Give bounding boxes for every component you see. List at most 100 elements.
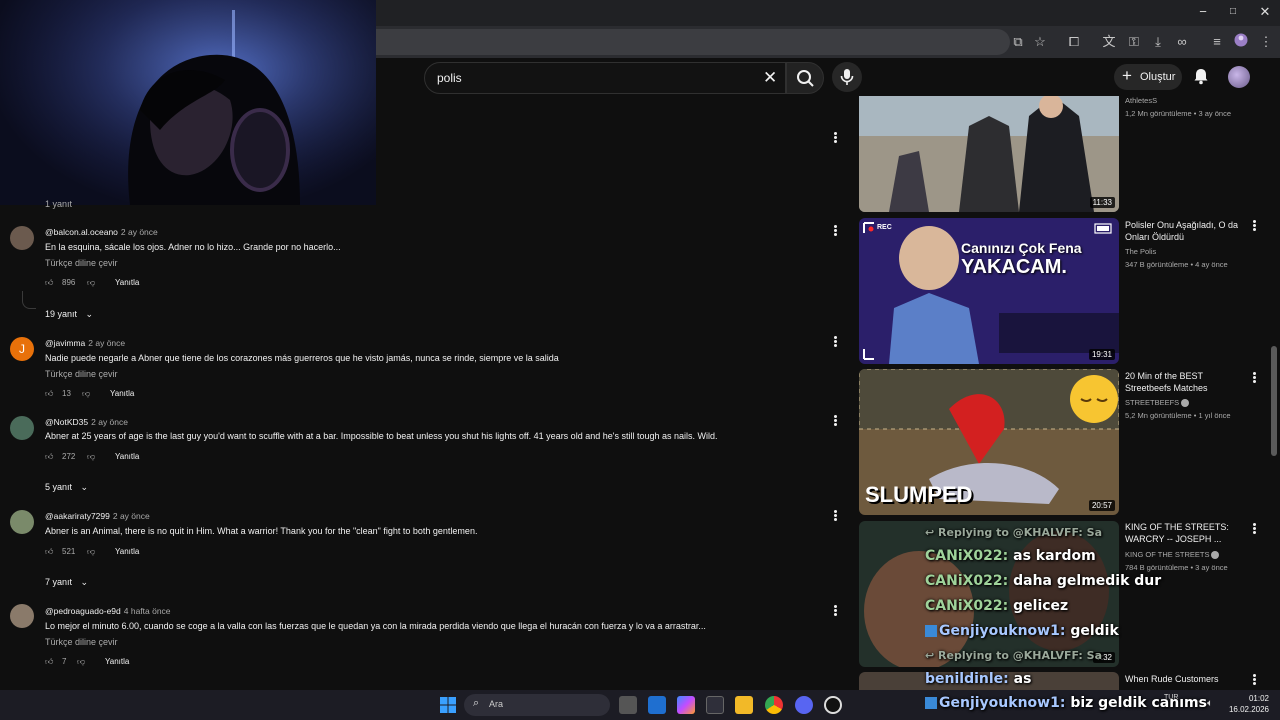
replies-toggle[interactable]: 7 yanıt ⌄ <box>45 577 88 588</box>
address-bar[interactable] <box>330 29 1010 55</box>
taskbar-search[interactable]: ⌕ Ara <box>464 694 610 716</box>
password-icon[interactable]: ⚿ <box>1124 33 1144 51</box>
discord-icon[interactable] <box>795 696 813 714</box>
comment-time[interactable]: 4 hafta önce <box>124 606 171 616</box>
install-icon[interactable]: ⧉ <box>1008 33 1028 51</box>
video-thumbnail[interactable]: 7:32 <box>859 521 1119 667</box>
replies-toggle[interactable]: 5 yanıt ⌄ <box>45 482 88 493</box>
system-clock[interactable]: 01:02 16.02.2026 <box>1225 693 1269 715</box>
comment-author[interactable]: @javimma 2 ay önce <box>45 338 125 348</box>
video-title[interactable]: Polisler Onu Aşağıladı, O da Onları Öldü… <box>1125 219 1250 243</box>
clear-search-icon[interactable]: ✕ <box>763 68 777 88</box>
comment-author[interactable]: @aakariraty7299 2 ay önce <box>45 511 150 521</box>
translate-link[interactable]: Türkçe diline çevir <box>45 369 118 379</box>
comment-time[interactable]: 2 ay önce <box>113 511 150 521</box>
reply-button[interactable]: Yanıtla <box>110 389 134 398</box>
like-icon[interactable]: 👍︎ <box>45 452 53 462</box>
chrome-icon[interactable] <box>765 696 783 714</box>
translate-icon[interactable]: 文 <box>1099 33 1119 51</box>
video-channel[interactable]: KING OF THE STREETS <box>1125 550 1220 560</box>
comment-menu-icon[interactable] <box>830 604 840 618</box>
link-icon[interactable]: ∞ <box>1172 33 1192 51</box>
channel-name[interactable]: STREETBEEFS <box>1125 398 1179 407</box>
author-handle[interactable]: @balcon.al.oceano <box>45 227 118 237</box>
like-icon[interactable]: 👍︎ <box>45 389 53 399</box>
commenter-avatar[interactable] <box>10 604 34 628</box>
like-icon[interactable]: 👍︎ <box>45 657 53 667</box>
close-window-button[interactable]: ✕ <box>1250 4 1280 20</box>
video-menu-icon[interactable] <box>1249 522 1259 536</box>
video-channel[interactable]: AthletesS <box>1125 96 1157 105</box>
extensions-icon[interactable]: ⧠ <box>1064 33 1084 51</box>
video-channel[interactable]: STREETBEEFS <box>1125 398 1190 408</box>
dislike-icon[interactable]: 👎︎ <box>77 657 85 667</box>
video-title[interactable]: KING OF THE STREETS: WARCRY -- JOSEPH ..… <box>1125 521 1250 545</box>
notifications-bell-icon[interactable] <box>1191 66 1211 86</box>
reading-list-icon[interactable]: ≡ <box>1207 33 1227 51</box>
minimize-button[interactable]: − <box>1188 4 1218 19</box>
dislike-icon[interactable]: 👎︎ <box>82 389 90 399</box>
commenter-avatar[interactable] <box>10 416 34 440</box>
video-thumbnail[interactable]: REC Canınızı Çok Fena YAKACAM. 19:31 <box>859 218 1119 364</box>
search-input[interactable]: polis ✕ <box>424 62 786 94</box>
video-title[interactable]: 20 Min of the BEST Streetbeefs Matches <box>1125 370 1250 394</box>
maximize-button[interactable]: □ <box>1218 6 1248 17</box>
comment-time[interactable]: 2 ay önce <box>88 338 125 348</box>
author-handle[interactable]: @NotKD35 <box>45 417 88 427</box>
create-button[interactable]: + Oluştur <box>1114 64 1182 90</box>
outlook-icon[interactable] <box>648 696 666 714</box>
volume-icon[interactable]: 🔈︎ <box>1207 698 1213 709</box>
comment-author[interactable]: @balcon.al.oceano 2 ay önce <box>45 227 158 237</box>
task-view-icon[interactable] <box>619 696 637 714</box>
file-explorer-icon[interactable] <box>735 696 753 714</box>
replies-toggle[interactable]: 1 yanıt <box>45 199 72 209</box>
comment-menu-icon[interactable] <box>830 131 840 145</box>
channel-name[interactable]: KING OF THE STREETS <box>1125 550 1209 559</box>
comment-menu-icon[interactable] <box>830 335 840 349</box>
author-handle[interactable]: @pedroaguado-e9d <box>45 606 121 616</box>
video-menu-icon[interactable] <box>1249 219 1259 233</box>
star-icon[interactable]: ☆ <box>1030 33 1050 51</box>
search-button[interactable] <box>786 62 824 94</box>
comment-menu-icon[interactable] <box>830 414 840 428</box>
download-icon[interactable]: ⤓ <box>1148 33 1168 51</box>
video-menu-icon[interactable] <box>1249 371 1259 385</box>
windows-start-icon[interactable] <box>440 697 456 713</box>
comment-menu-icon[interactable] <box>830 224 840 238</box>
menu-icon[interactable]: ⋮ <box>1256 33 1276 51</box>
video-title[interactable]: When Rude Customers <box>1125 673 1250 685</box>
video-thumbnail[interactable]: 11:33 <box>859 96 1119 212</box>
video-channel[interactable]: The Polis <box>1125 247 1156 256</box>
account-avatar[interactable] <box>1228 66 1250 88</box>
comment-author[interactable]: @NotKD35 2 ay önce <box>45 417 128 427</box>
store-icon[interactable] <box>706 696 724 714</box>
profile-icon[interactable] <box>1231 33 1251 51</box>
translate-link[interactable]: Türkçe diline çevir <box>45 637 118 647</box>
commenter-avatar[interactable] <box>10 510 34 534</box>
commenter-avatar[interactable] <box>10 226 34 250</box>
reply-button[interactable]: Yanıtla <box>105 657 129 666</box>
comment-author[interactable]: @pedroaguado-e9d 4 hafta önce <box>45 606 171 616</box>
dislike-icon[interactable]: 👎︎ <box>87 452 95 462</box>
dislike-icon[interactable]: 👎︎ <box>87 547 95 557</box>
author-handle[interactable]: @aakariraty7299 <box>45 511 110 521</box>
comment-time[interactable]: 2 ay önce <box>121 227 158 237</box>
video-thumbnail[interactable]: SLUMPED 20:57 <box>859 369 1119 515</box>
copilot-icon[interactable] <box>677 696 695 714</box>
video-menu-icon[interactable] <box>1249 673 1259 687</box>
replies-toggle[interactable]: 19 yanıt ⌄ <box>45 309 93 320</box>
reply-button[interactable]: Yanıtla <box>115 547 139 556</box>
comment-time[interactable]: 2 ay önce <box>91 417 128 427</box>
like-icon[interactable]: 👍︎ <box>45 547 53 557</box>
reply-button[interactable]: Yanıtla <box>115 452 139 461</box>
scrollbar-thumb[interactable] <box>1271 346 1277 456</box>
voice-search-button[interactable] <box>832 62 862 92</box>
commenter-avatar[interactable]: J <box>10 337 34 361</box>
like-icon[interactable]: 👍︎ <box>45 278 53 288</box>
comment-menu-icon[interactable] <box>830 509 840 523</box>
dislike-icon[interactable]: 👎︎ <box>87 278 95 288</box>
reply-button[interactable]: Yanıtla <box>115 278 139 287</box>
author-handle[interactable]: @javimma <box>45 338 85 348</box>
obs-icon[interactable] <box>824 696 842 714</box>
translate-link[interactable]: Türkçe diline çevir <box>45 258 118 268</box>
